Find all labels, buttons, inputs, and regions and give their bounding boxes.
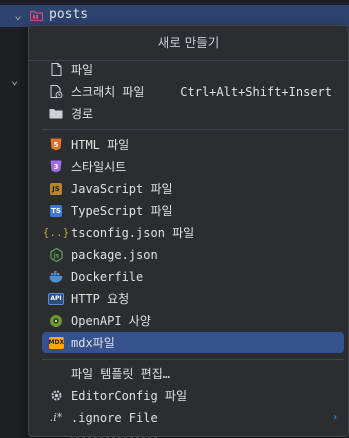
menu-item-stylesheet[interactable]: 3 스타일시트 (42, 156, 344, 177)
menu-item-label: 스크래치 파일 (71, 85, 145, 99)
blank-icon-slot (48, 366, 64, 382)
tree-row-posts[interactable]: ⌄ posts (0, 5, 349, 27)
menu-item-edit-file-templates[interactable]: 파일 템플릿 편집… (42, 363, 344, 384)
svg-text:3: 3 (54, 163, 59, 171)
menu-item-scratch-file[interactable]: 스크래치 파일 Ctrl+Alt+Shift+Insert (42, 81, 344, 102)
menu-item-label: 파일 (71, 63, 94, 77)
svg-text:js: js (52, 252, 59, 259)
html-icon: 5 (48, 137, 64, 153)
menu-item-label: package.json (71, 247, 158, 262)
menu-item-label: TypeScript 파일 (71, 204, 173, 218)
separator (42, 129, 344, 130)
menu-item-dockerfile[interactable]: Dockerfile (42, 266, 344, 287)
menu-item-label: JavaScript 파일 (71, 182, 173, 196)
menu-item-label: HTML 파일 (71, 138, 130, 152)
svg-text:5: 5 (54, 141, 59, 149)
menu-item-editorconfig-file[interactable]: EditorConfig 파일 (42, 385, 344, 406)
tree-item-label: posts (49, 7, 89, 22)
menu-item-ignore-file[interactable]: .i* .ignore File › (42, 407, 344, 428)
menu-item-openapi-spec[interactable]: OpenAPI 사양 (42, 310, 344, 331)
submenu-arrow-icon: › (331, 412, 338, 423)
scratch-file-icon (48, 84, 64, 100)
menu-item-typescript-file[interactable]: TS TypeScript 파일 (42, 200, 344, 221)
menu-item-label: OpenAPI 사양 (71, 314, 151, 328)
menu-item-mdx-file[interactable]: MDX mdx파일 (42, 332, 344, 353)
chevron-down-icon[interactable]: ⌄ (11, 73, 18, 87)
menu-item-label: 파일 템플릿 편집… (71, 367, 170, 381)
menu-item-label: 스타일시트 (71, 160, 127, 174)
menu-item-directory[interactable]: 경로 (42, 103, 344, 124)
docker-icon (48, 269, 64, 285)
mdx-icon: MDX (48, 335, 64, 351)
ignore-file-icon: .i* (49, 411, 63, 424)
typescript-icon: TS (50, 204, 62, 217)
menu-item-label: .ignore File (71, 410, 158, 425)
menu-item-label: HTTP 요청 (71, 292, 130, 306)
menu-item-tsconfig-file[interactable]: {..} tsconfig.json 파일 (42, 222, 344, 243)
shortcut-label: Ctrl+Alt+Shift+Insert (180, 84, 332, 99)
menu-item-label: 경로 (71, 107, 94, 121)
new-file-popup: 새로 만들기 파일 스크래치 파일 Ctrl+Alt+Shift+Insert … (28, 25, 349, 437)
javascript-icon: JS (48, 181, 64, 197)
menu-item-package-json[interactable]: js package.json (42, 244, 344, 265)
openapi-icon (48, 313, 64, 329)
menu-item-label: Dockerfile (71, 269, 144, 284)
menu-item-html-file[interactable]: 5 HTML 파일 (42, 134, 344, 155)
menu-item-javascript-file[interactable]: JS JavaScript 파일 (42, 178, 344, 199)
folder-icon (30, 10, 43, 21)
popup-title: 새로 만들기 (29, 26, 348, 61)
menu-item-label: EditorConfig 파일 (71, 389, 188, 403)
chevron-down-icon[interactable]: ⌄ (11, 8, 25, 22)
menu-item-label: tsconfig.json 파일 (71, 226, 195, 240)
http-api-icon: API (48, 291, 64, 307)
separator (42, 359, 344, 360)
menu-item-http-request[interactable]: API HTTP 요청 (42, 288, 344, 309)
folder-icon (48, 106, 64, 122)
file-icon (48, 62, 64, 78)
nodejs-icon: js (48, 247, 64, 263)
menu-item-file[interactable]: 파일 (42, 59, 344, 80)
tsconfig-icon: {..} (42, 226, 70, 239)
menu-item-label: mdx파일 (71, 336, 115, 350)
gear-icon (48, 388, 64, 404)
css-icon: 3 (48, 159, 64, 175)
